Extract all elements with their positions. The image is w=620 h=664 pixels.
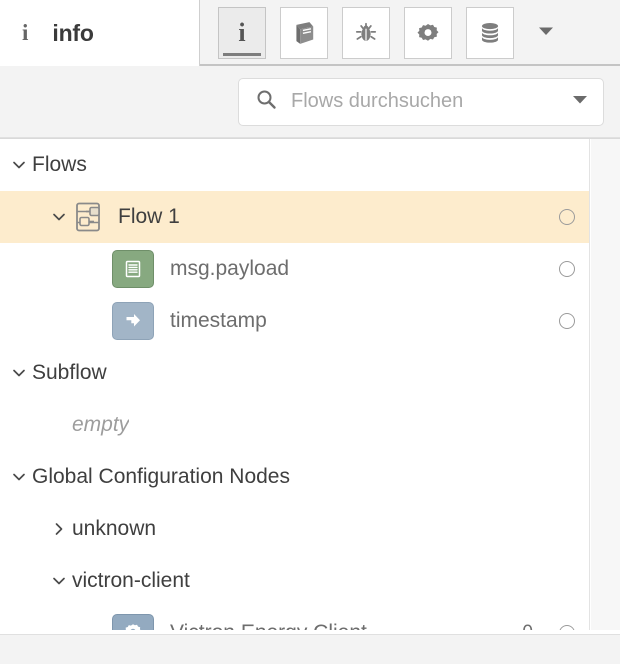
flow-tree: Flows Flow 1 msg.payload timestamp Subfl… — [0, 139, 590, 630]
chevron-down-icon[interactable] — [46, 208, 72, 226]
tab-button-debug[interactable] — [342, 7, 390, 59]
status-indicator-icon[interactable] — [559, 261, 575, 277]
status-indicator-icon[interactable] — [559, 209, 575, 225]
search-input[interactable] — [289, 89, 557, 114]
tree-item-label: Flow 1 — [118, 205, 180, 228]
status-indicator-icon[interactable] — [559, 313, 575, 329]
row-status-area: 0 — [522, 622, 575, 630]
tree-section-subflow[interactable]: Subflow — [0, 347, 589, 399]
row-status-area — [559, 261, 575, 277]
chevron-down-icon[interactable] — [6, 468, 32, 486]
flow-tree-container: Flows Flow 1 msg.payload timestamp Subfl… — [0, 138, 620, 630]
chevron-down-icon[interactable] — [46, 572, 72, 590]
search-dropdown-icon[interactable] — [569, 88, 591, 115]
tree-group-label: unknown — [72, 517, 157, 540]
empty-placeholder-label: empty — [72, 413, 130, 436]
sidebar-tab-buttons: i — [200, 0, 514, 66]
chevron-down-icon[interactable] — [6, 364, 32, 382]
inject-node-icon — [112, 302, 154, 340]
tab-info-label: info — [52, 19, 94, 46]
flow-icon — [72, 200, 104, 234]
row-status-area — [559, 313, 575, 329]
search-icon — [255, 88, 277, 115]
tree-group-label: victron-client — [72, 569, 190, 592]
tab-info[interactable]: i info — [0, 0, 200, 66]
tree-item-victron-energy-client[interactable]: Victron Energy Client 0 — [0, 607, 589, 630]
chevron-down-icon — [535, 20, 557, 47]
database-icon — [477, 20, 503, 46]
tree-scrollbar[interactable] — [591, 139, 620, 630]
debug-node-icon — [112, 250, 154, 288]
tree-item-msg-payload[interactable]: msg.payload — [0, 243, 589, 295]
config-node-icon — [112, 614, 154, 630]
tree-item-label: msg.payload — [170, 257, 290, 280]
tree-group-victron-client[interactable]: victron-client — [0, 555, 589, 607]
gear-icon — [415, 20, 441, 46]
tab-button-context-data[interactable] — [466, 7, 514, 59]
tree-group-unknown[interactable]: unknown — [0, 503, 589, 555]
tree-section-label: Subflow — [32, 361, 107, 384]
tab-button-info[interactable]: i — [218, 7, 266, 59]
tree-item-flow-1[interactable]: Flow 1 — [0, 191, 589, 243]
tabbar-overflow-button[interactable] — [520, 0, 572, 66]
status-indicator-icon[interactable] — [559, 625, 575, 630]
tree-section-label: Global Configuration Nodes — [32, 465, 290, 488]
bug-icon — [353, 20, 379, 46]
tree-item-timestamp[interactable]: timestamp — [0, 295, 589, 347]
tab-button-help[interactable] — [280, 7, 328, 59]
chevron-right-icon[interactable] — [46, 520, 72, 538]
book-icon — [291, 20, 317, 46]
info-icon: i — [238, 18, 246, 47]
info-icon: i — [22, 19, 29, 45]
tree-item-label: Victron Energy Client — [170, 621, 367, 630]
row-status-area — [559, 209, 575, 225]
tab-button-config[interactable] — [404, 7, 452, 59]
tree-section-label: Flows — [32, 153, 87, 176]
tree-item-subflow-empty: empty — [0, 399, 589, 451]
info-sidebar-panel: i info i Flows durchsuchen Flows Flow 1 … — [0, 0, 620, 664]
tree-section-flows[interactable]: Flows — [0, 139, 589, 191]
chevron-down-icon[interactable] — [6, 156, 32, 174]
usage-count: 0 — [522, 622, 533, 630]
search-row — [0, 66, 620, 138]
tree-section-global-configuration-nodes[interactable]: Global Configuration Nodes — [0, 451, 589, 503]
search-box[interactable] — [238, 77, 604, 126]
panel-footer — [0, 634, 620, 664]
sidebar-tabbar: i info i — [0, 0, 620, 66]
tree-item-label: timestamp — [170, 309, 267, 332]
